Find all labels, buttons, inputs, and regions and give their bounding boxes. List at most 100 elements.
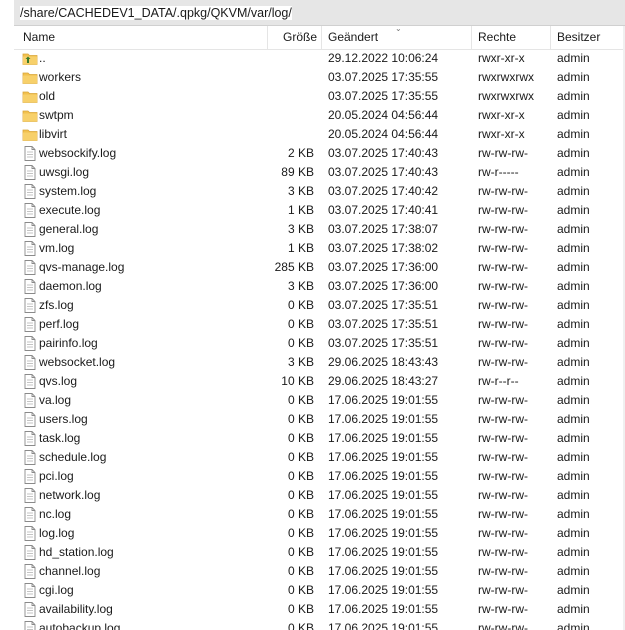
file-name: cgi.log [39, 583, 74, 597]
file-size: 1 KB [287, 241, 314, 255]
file-owner: admin [557, 279, 590, 293]
file-modified: 03.07.2025 17:35:51 [328, 336, 439, 350]
file-size: 0 KB [287, 507, 314, 521]
file-row[interactable]: va.log 0 KB 17.06.2025 19:01:55 rw-rw-rw-ad… [14, 391, 625, 410]
file-owner: admin [557, 70, 590, 84]
file-size: 3 KB [287, 222, 314, 236]
column-divider[interactable] [321, 26, 322, 49]
file-icon [22, 545, 38, 560]
file-modified: 03.07.2025 17:40:42 [328, 184, 439, 198]
file-row[interactable]: vm.log 1 KB 03.07.2025 17:38:02 rw-rw-rw-ad… [14, 239, 625, 258]
file-size: 0 KB [287, 602, 314, 616]
file-icon [22, 222, 38, 237]
file-row[interactable]: log.log 0 KB 17.06.2025 19:01:55 rw-rw-rw-a… [14, 524, 625, 543]
file-permissions: rw-rw-rw- [478, 450, 528, 464]
file-owner: admin [557, 222, 590, 236]
column-header-owner[interactable]: Besitzer [557, 26, 600, 49]
file-row[interactable]: old 03.07.2025 17:35:55 rwxrwxrwx admin [14, 87, 625, 106]
file-permissions: rw-rw-rw- [478, 621, 528, 630]
file-row[interactable]: .. 29.12.2022 10:06:24 rwxr-xr-x admin [14, 49, 625, 68]
file-modified: 29.06.2025 18:43:43 [328, 355, 439, 369]
file-icon [22, 317, 38, 332]
file-owner: admin [557, 127, 590, 141]
path-bar[interactable]: /share/CACHEDEV1_DATA/.qpkg/QKVM/var/log… [14, 0, 625, 26]
column-divider[interactable] [550, 26, 551, 49]
file-row[interactable]: websockify.log 2 KB 03.07.2025 17:40:43 rw-… [14, 144, 625, 163]
file-row[interactable]: cgi.log 0 KB 17.06.2025 19:01:55 rw-rw-rw-a… [14, 581, 625, 600]
file-row[interactable]: hd_station.log 0 KB 17.06.2025 19:01:55 rw-… [14, 543, 625, 562]
file-owner: admin [557, 165, 590, 179]
file-row[interactable]: swtpm 20.05.2024 04:56:44 rwxr-xr-x admin [14, 106, 625, 125]
file-row[interactable]: network.log 0 KB 17.06.2025 19:01:55 rw-rw-… [14, 486, 625, 505]
file-owner: admin [557, 507, 590, 521]
file-row[interactable]: availability.log 0 KB 17.06.2025 19:01:55 r… [14, 600, 625, 619]
file-icon [22, 621, 38, 630]
column-header-name[interactable]: Name [23, 26, 55, 49]
file-row[interactable]: task.log 0 KB 17.06.2025 19:01:55 rw-rw-rw-… [14, 429, 625, 448]
file-modified: 17.06.2025 19:01:55 [328, 507, 439, 521]
file-modified: 17.06.2025 19:01:55 [328, 526, 439, 540]
column-header-size[interactable]: Größe [268, 26, 317, 49]
file-modified: 17.06.2025 19:01:55 [328, 412, 439, 426]
file-icon [22, 165, 38, 180]
file-row[interactable]: perf.log 0 KB 03.07.2025 17:35:51 rw-rw-rw-… [14, 315, 625, 334]
file-owner: admin [557, 431, 590, 445]
file-modified: 17.06.2025 19:01:55 [328, 545, 439, 559]
file-row[interactable]: users.log 0 KB 17.06.2025 19:01:55 rw-rw-rw… [14, 410, 625, 429]
file-name: websockify.log [39, 146, 117, 160]
column-divider[interactable] [471, 26, 472, 49]
file-row[interactable]: daemon.log 3 KB 03.07.2025 17:36:00 rw-rw-r… [14, 277, 625, 296]
file-modified: 17.06.2025 19:01:55 [328, 488, 439, 502]
file-permissions: rwxrwxrwx [478, 70, 534, 84]
file-row[interactable]: qvs-manage.log 285 KB 03.07.2025 17:36:00 r… [14, 258, 625, 277]
file-owner: admin [557, 108, 590, 122]
column-header-permissions[interactable]: Rechte [478, 26, 516, 49]
file-permissions: rw-rw-rw- [478, 526, 528, 540]
file-size: 0 KB [287, 545, 314, 559]
path-text[interactable]: /share/CACHEDEV1_DATA/.qpkg/QKVM/var/log… [20, 6, 292, 20]
file-owner: admin [557, 184, 590, 198]
file-permissions: rwxrwxrwx [478, 89, 534, 103]
file-size [254, 87, 314, 106]
file-row[interactable]: qvs.log 10 KB 29.06.2025 18:43:27 rw-r--r--… [14, 372, 625, 391]
file-row[interactable]: websocket.log 3 KB 29.06.2025 18:43:43 rw-r… [14, 353, 625, 372]
file-row[interactable]: uwsgi.log 89 KB 03.07.2025 17:40:43 rw-r---… [14, 163, 625, 182]
file-row[interactable]: zfs.log 0 KB 03.07.2025 17:35:51 rw-rw-rw-a… [14, 296, 625, 315]
file-name: workers [39, 70, 82, 84]
file-owner: admin [557, 241, 590, 255]
file-owner: admin [557, 51, 590, 65]
file-owner: admin [557, 602, 590, 616]
file-row[interactable]: nc.log 0 KB 17.06.2025 19:01:55 rw-rw-rw-ad… [14, 505, 625, 524]
file-icon [22, 336, 38, 351]
file-row[interactable]: system.log 3 KB 03.07.2025 17:40:42 rw-rw-r… [14, 182, 625, 201]
file-row[interactable]: pci.log 0 KB 17.06.2025 19:01:55 rw-rw-rw-a… [14, 467, 625, 486]
column-header-modified[interactable]: Geändert [328, 26, 378, 49]
file-modified: 20.05.2024 04:56:44 [328, 127, 439, 141]
file-icon [22, 374, 38, 389]
file-row[interactable]: execute.log 1 KB 03.07.2025 17:40:41 rw-rw-… [14, 201, 625, 220]
file-permissions: rw-rw-rw- [478, 412, 528, 426]
file-size: 0 KB [287, 431, 314, 445]
file-owner: admin [557, 450, 590, 464]
file-permissions: rw-rw-rw- [478, 488, 528, 502]
file-row[interactable]: pairinfo.log 0 KB 03.07.2025 17:35:51 rw-rw… [14, 334, 625, 353]
file-icon [22, 393, 38, 408]
file-name: swtpm [39, 108, 74, 122]
file-row[interactable]: schedule.log 0 KB 17.06.2025 19:01:55 rw-rw… [14, 448, 625, 467]
file-name: daemon.log [39, 279, 102, 293]
file-icon [22, 241, 38, 256]
file-row[interactable]: autobackup.log 0 KB 17.06.2025 19:01:55 rw-… [14, 619, 625, 630]
file-row[interactable]: workers 03.07.2025 17:35:55 rwxrwxrwx admin [14, 68, 625, 87]
file-row[interactable]: libvirt 20.05.2024 04:56:44 rwxr-xr-x admin [14, 125, 625, 144]
file-modified: 17.06.2025 19:01:55 [328, 621, 439, 630]
file-name: users.log [39, 412, 88, 426]
file-permissions: rwxr-xr-x [478, 108, 525, 122]
file-owner: admin [557, 488, 590, 502]
file-icon [22, 564, 38, 579]
file-permissions: rw-rw-rw- [478, 298, 528, 312]
file-row[interactable]: general.log 3 KB 03.07.2025 17:38:07 rw-rw-… [14, 220, 625, 239]
file-row[interactable]: channel.log 0 KB 17.06.2025 19:01:55 rw-rw-… [14, 562, 625, 581]
file-list[interactable]: .. 29.12.2022 10:06:24 rwxr-xr-x admin worke… [14, 49, 625, 630]
file-permissions: rw-rw-rw- [478, 507, 528, 521]
file-list-header: Name Größe Geändert ⌄ Rechte Besitzer [14, 24, 625, 50]
